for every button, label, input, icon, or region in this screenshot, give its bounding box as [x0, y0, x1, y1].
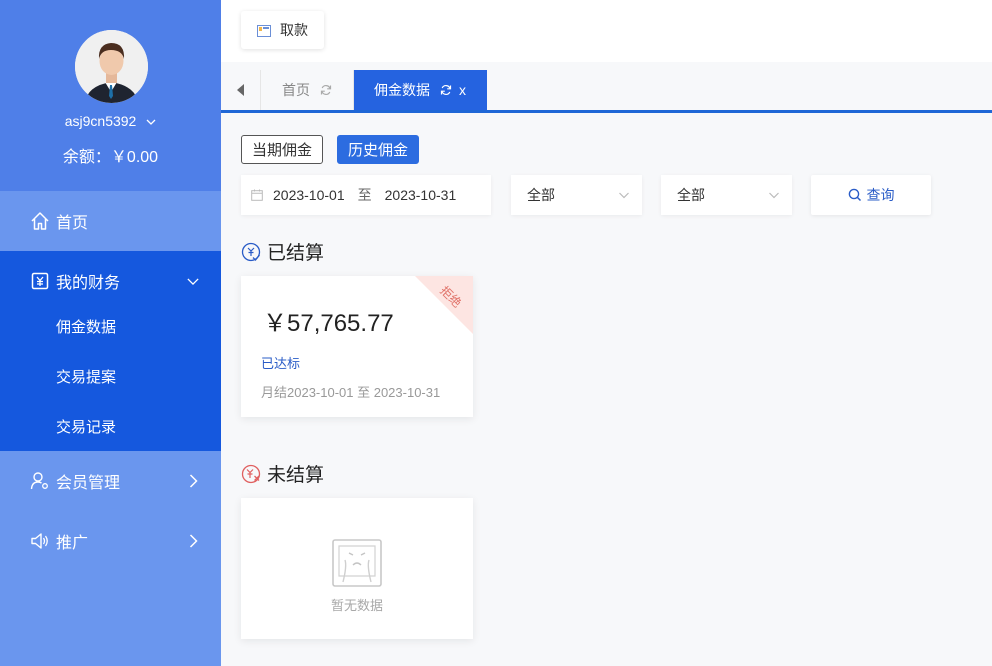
- chevron-right-icon: [187, 534, 199, 548]
- unsettled-card: 暂无数据: [241, 498, 473, 639]
- date-separator: 至: [357, 187, 372, 203]
- speaker-icon: [30, 531, 50, 551]
- sidebar-subitem-records[interactable]: 交易记录: [0, 401, 221, 451]
- settled-section-title: 已结算: [241, 238, 324, 265]
- refresh-icon[interactable]: [320, 84, 332, 96]
- sidebar-item-label: 会员管理: [56, 475, 121, 492]
- chevron-down-icon: [146, 119, 156, 126]
- username[interactable]: asj9cn5392: [0, 113, 221, 129]
- select-value: 全部: [527, 187, 555, 203]
- settled-icon: [241, 242, 261, 261]
- sidebar-item-label: 我的财务: [56, 275, 121, 292]
- tab-label: 首页: [282, 82, 310, 98]
- section-title-text: 已结算: [267, 243, 325, 264]
- tab-home[interactable]: 首页: [262, 70, 354, 110]
- filter-select-2[interactable]: 全部: [661, 175, 792, 215]
- settled-amount: ￥57,765.77: [263, 310, 394, 337]
- sidebar: asj9cn5392 余额：￥0.00 首页 我的财务 佣金数据 交易提案 交易…: [0, 0, 221, 666]
- date-start: 2023-10-01: [273, 187, 345, 203]
- search-icon: [848, 188, 861, 202]
- tab-commission[interactable]: 佣金数据 x: [354, 70, 487, 110]
- reached-status: 已达标: [261, 356, 301, 371]
- balance-text: 余额：￥0.00: [62, 149, 159, 166]
- calendar-icon: [251, 189, 263, 201]
- query-button[interactable]: 查询: [811, 175, 931, 215]
- chevron-down-icon: [187, 275, 199, 287]
- caret-left-icon: [236, 84, 244, 96]
- current-commission-button[interactable]: 当期佣金: [241, 135, 324, 164]
- top-toolbar: 取款: [221, 0, 992, 62]
- sidebar-subitem-proposal[interactable]: 交易提案: [0, 351, 221, 401]
- sidebar-item-home[interactable]: 首页: [0, 191, 221, 251]
- filter-select-1[interactable]: 全部: [511, 175, 642, 215]
- chevron-down-icon: [769, 192, 779, 199]
- home-icon: [30, 211, 50, 231]
- member-icon: [30, 471, 50, 491]
- profile-panel: asj9cn5392 余额：￥0.00: [0, 0, 221, 191]
- avatar[interactable]: [75, 30, 148, 103]
- chevron-right-icon: [187, 474, 199, 488]
- tab-scroll-left[interactable]: [221, 70, 261, 110]
- query-label: 查询: [866, 187, 895, 203]
- close-icon[interactable]: x: [459, 82, 466, 98]
- history-commission-button[interactable]: 历史佣金: [337, 135, 420, 164]
- select-value: 全部: [677, 187, 705, 203]
- empty-box-icon: [332, 539, 382, 587]
- refresh-icon[interactable]: [440, 84, 452, 96]
- tab-bar: 首页 佣金数据 x: [221, 70, 992, 113]
- date-end: 2023-10-31: [384, 187, 457, 203]
- sidebar-item-label: 推广: [56, 535, 89, 552]
- withdraw-button[interactable]: 取款: [241, 11, 324, 49]
- section-title-text: 未结算: [267, 465, 325, 486]
- wallet-icon: [257, 24, 271, 37]
- settled-card[interactable]: 拒绝 ￥57,765.77 已达标 月结2023-10-01 至 2023-10…: [241, 276, 473, 417]
- empty-text: 暂无数据: [330, 598, 383, 613]
- sidebar-item-promotion[interactable]: 推广: [0, 511, 221, 571]
- unsettled-section-title: 未结算: [241, 460, 324, 487]
- sidebar-item-label: 首页: [56, 215, 89, 232]
- unsettled-icon: [241, 464, 261, 483]
- chevron-down-icon: [619, 192, 629, 199]
- finance-icon: [30, 271, 50, 291]
- withdraw-label: 取款: [280, 22, 308, 38]
- username-text: asj9cn5392: [64, 113, 137, 129]
- sidebar-subitem-commission[interactable]: 佣金数据: [0, 301, 221, 351]
- sidebar-item-members[interactable]: 会员管理: [0, 451, 221, 511]
- date-range-picker[interactable]: 2023-10-01 至 2023-10-31: [241, 175, 491, 215]
- settlement-period: 月结2023-10-01 至 2023-10-31: [261, 385, 441, 400]
- tab-label: 佣金数据: [374, 82, 430, 98]
